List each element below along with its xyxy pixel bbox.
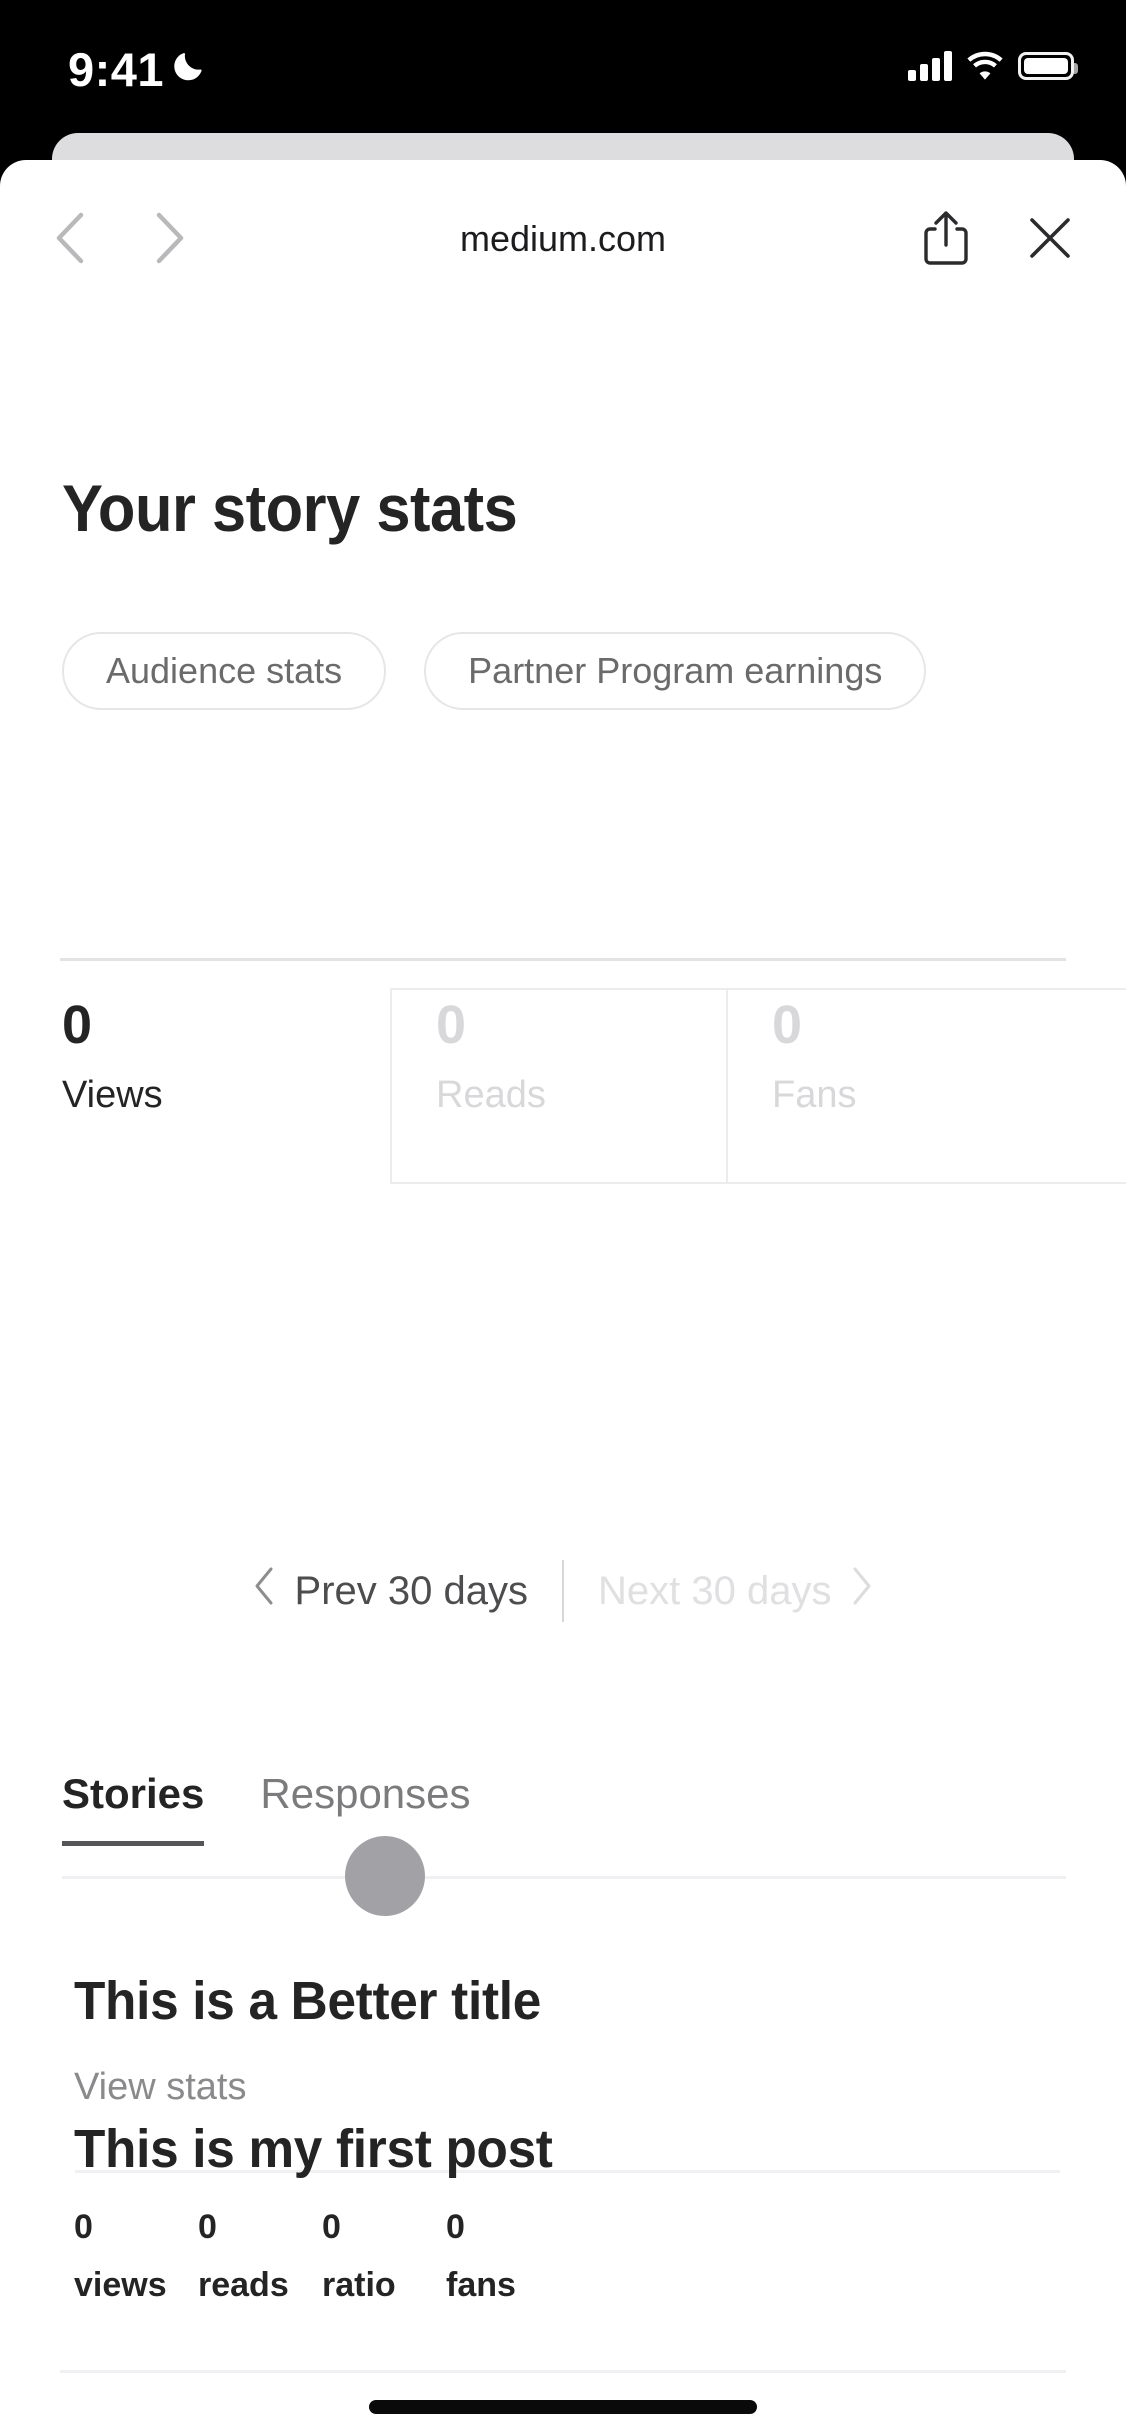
phone-screen: 9:41 medium.com Your story stats Audienc… (0, 0, 1126, 2436)
share-icon (924, 211, 968, 265)
wifi-icon (967, 51, 1003, 80)
summary-stats-separator (726, 988, 728, 1184)
story-views-label: views (74, 2266, 167, 2304)
story-reads-label: reads (198, 2266, 289, 2304)
story-metric-reads: 0 reads (198, 2210, 322, 2305)
home-indicator[interactable] (369, 2400, 757, 2414)
safari-sheet: medium.com Your story stats Audience sta… (0, 160, 1126, 2436)
story-bottom-divider (60, 2370, 1066, 2373)
filter-pill-row: Audience stats Partner Program earnings (62, 632, 927, 710)
summary-stat-fans[interactable]: 0 Fans (772, 998, 856, 1117)
cellular-signal-icon (908, 51, 952, 81)
content-tabs: Stories Responses (62, 1770, 471, 1846)
summary-stat-reads[interactable]: 0 Reads (436, 998, 546, 1117)
close-button[interactable] (1018, 206, 1082, 270)
fans-value: 0 (772, 995, 803, 1055)
partner-program-earnings-pill[interactable]: Partner Program earnings (424, 632, 927, 710)
prev-30-days-button[interactable]: Prev 30 days (253, 1566, 562, 1616)
story-title[interactable]: This is a Better title (74, 1970, 541, 2032)
tab-responses[interactable]: Responses (260, 1770, 470, 1846)
reads-label: Reads (436, 1074, 546, 1116)
status-indicators (908, 46, 1078, 86)
status-time: 9:41 (68, 43, 165, 96)
chevron-right-icon (851, 1566, 873, 1616)
browser-nav-bar: medium.com (0, 160, 1126, 270)
story-views-value: 0 (74, 2208, 93, 2246)
views-value: 0 (62, 995, 93, 1055)
close-icon (1030, 218, 1070, 258)
story-metrics: 0 views 0 reads 0 ratio 0 fans (74, 2210, 570, 2305)
fans-label: Fans (772, 1074, 857, 1116)
story-title-second[interactable]: This is my first post (74, 2118, 553, 2180)
share-button[interactable] (914, 206, 978, 270)
story-fans-value: 0 (446, 2208, 465, 2246)
story-ratio-label: ratio (322, 2266, 396, 2304)
loading-indicator (345, 1836, 425, 1916)
page-title: Your story stats (62, 471, 518, 545)
summary-stat-views[interactable]: 0 Views (62, 998, 163, 1117)
prev-30-days-label: Prev 30 days (294, 1568, 528, 1613)
story-reads-value: 0 (198, 2208, 217, 2246)
views-label: Views (62, 1074, 163, 1116)
story-fans-label: fans (446, 2266, 516, 2304)
story-metric-views: 0 views (74, 2210, 198, 2305)
audience-stats-pill[interactable]: Audience stats (62, 632, 387, 710)
next-30-days-label: Next 30 days (598, 1568, 832, 1613)
reads-value: 0 (436, 995, 467, 1055)
summary-stats: 0 Views 0 Reads 0 Fans (0, 970, 1126, 1230)
summary-divider (60, 958, 1066, 961)
status-bar: 9:41 (0, 0, 1126, 133)
story-metric-fans: 0 fans (446, 2210, 570, 2305)
battery-icon (1018, 52, 1078, 80)
story-metric-ratio: 0 ratio (322, 2210, 446, 2305)
chevron-left-icon (253, 1566, 275, 1616)
tabs-underline-rule (62, 1876, 1066, 1879)
view-stats-link[interactable]: View stats (74, 2066, 246, 2109)
next-30-days-button: Next 30 days (564, 1566, 873, 1616)
tab-stories[interactable]: Stories (62, 1770, 205, 1846)
moon-icon (174, 53, 202, 81)
story-ratio-value: 0 (322, 2208, 341, 2246)
date-range-pagination: Prev 30 days Next 30 days (0, 1560, 1126, 1622)
